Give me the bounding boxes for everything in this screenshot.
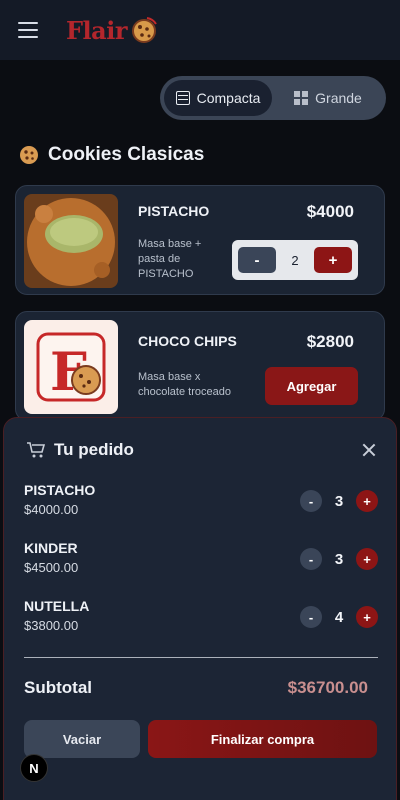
product-description: Masa base x chocolate troceado bbox=[138, 371, 231, 398]
order-title: Tu pedido bbox=[54, 440, 134, 459]
decrease-button[interactable]: - bbox=[238, 247, 276, 273]
add-to-cart-button[interactable]: Agregar bbox=[265, 367, 358, 405]
decrease-button[interactable]: - bbox=[300, 606, 322, 628]
close-icon[interactable] bbox=[362, 443, 376, 457]
toggle-compact-label: Compacta bbox=[196, 90, 261, 106]
clear-cart-button[interactable]: Vaciar bbox=[24, 720, 140, 758]
decrease-button[interactable]: - bbox=[300, 490, 322, 512]
product-name: PISTACHO bbox=[138, 203, 210, 219]
order-item-controls: - 3 + bbox=[300, 548, 378, 570]
toggle-compact[interactable]: Compacta bbox=[164, 80, 272, 116]
increase-button[interactable]: + bbox=[313, 247, 352, 273]
checkout-button[interactable]: Finalizar compra bbox=[148, 720, 377, 758]
subtotal-value: $36700.00 bbox=[287, 678, 368, 697]
top-bar: Flair bbox=[0, 0, 400, 60]
decrease-button[interactable]: - bbox=[300, 548, 322, 570]
cookie-icon bbox=[20, 146, 38, 164]
order-item-controls: - 4 + bbox=[300, 606, 378, 628]
dev-badge[interactable]: N bbox=[20, 754, 48, 782]
order-item-qty: 4 bbox=[334, 608, 344, 626]
product-card[interactable]: PISTACHO $4000 Masa base + pasta de PIST… bbox=[15, 185, 385, 295]
toggle-large[interactable]: Grande bbox=[274, 80, 382, 116]
order-panel-header: Tu pedido bbox=[26, 440, 134, 460]
cookie-logo-icon bbox=[131, 17, 157, 43]
order-item: NUTELLA $3800.00 - 4 + bbox=[24, 598, 378, 642]
logo-text: Flair bbox=[66, 15, 127, 45]
product-description: Masa base + pasta de PISTACHO bbox=[138, 238, 202, 280]
order-item-controls: - 3 + bbox=[300, 490, 378, 512]
view-toggle: Compacta Grande bbox=[160, 76, 386, 120]
order-item: PISTACHO $4000.00 - 3 + bbox=[24, 482, 378, 526]
product-price: $2800 bbox=[306, 332, 354, 351]
section-title: Cookies Clasicas bbox=[18, 144, 204, 166]
order-panel: Tu pedido PISTACHO $4000.00 - 3 + KINDER… bbox=[3, 417, 397, 800]
subtotal-label: Subtotal bbox=[24, 678, 92, 697]
increase-button[interactable]: + bbox=[356, 490, 378, 512]
hamburger-menu-icon[interactable] bbox=[18, 22, 38, 38]
order-item-qty: 3 bbox=[334, 550, 344, 568]
product-image-choco-chips: F bbox=[24, 320, 118, 414]
increase-button[interactable]: + bbox=[356, 548, 378, 570]
toggle-large-label: Grande bbox=[315, 90, 362, 106]
list-icon bbox=[175, 91, 190, 105]
quantity-stepper: - 2 + bbox=[232, 240, 358, 280]
order-item: KINDER $4500.00 - 3 + bbox=[24, 540, 378, 584]
product-price: $4000 bbox=[306, 202, 354, 221]
product-image-pistacho bbox=[24, 194, 118, 288]
order-item-qty: 3 bbox=[334, 492, 344, 510]
increase-button[interactable]: + bbox=[356, 606, 378, 628]
product-card[interactable]: F CHOCO CHIPS $2800 Masa base x chocolat… bbox=[15, 311, 385, 421]
product-name: CHOCO CHIPS bbox=[138, 333, 237, 349]
section-title-text: Cookies Clasicas bbox=[48, 144, 205, 165]
divider bbox=[24, 657, 378, 658]
logo[interactable]: Flair bbox=[66, 15, 161, 45]
quantity-value: 2 bbox=[291, 252, 299, 268]
cart-icon bbox=[27, 442, 46, 458]
grid-icon bbox=[294, 91, 309, 105]
